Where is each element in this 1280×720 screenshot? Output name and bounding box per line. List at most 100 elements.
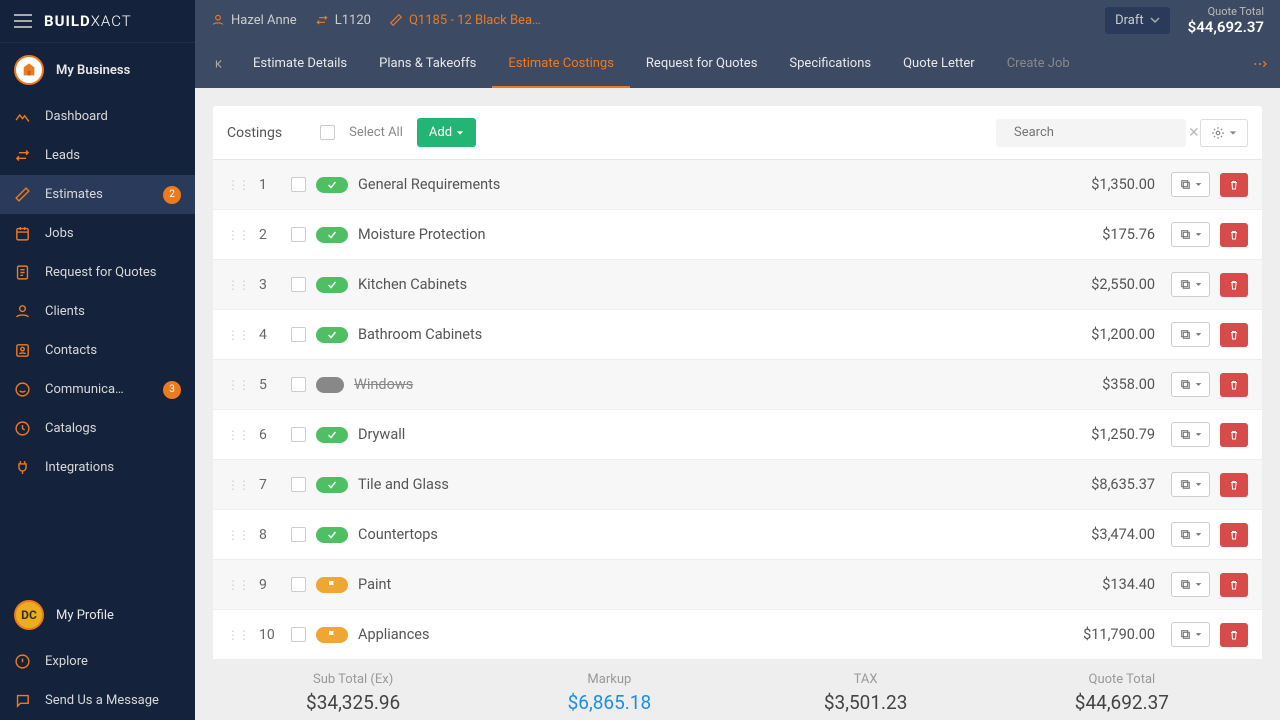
menu-icon[interactable]: [14, 14, 32, 28]
drag-handle-icon[interactable]: ⋮⋮: [227, 278, 249, 292]
sidebar-item-integrations[interactable]: Integrations: [0, 448, 195, 487]
row-checkbox[interactable]: [291, 427, 306, 442]
status-pill-check[interactable]: [316, 277, 348, 293]
clear-search-icon[interactable]: ✕: [1188, 125, 1200, 141]
row-copy-button[interactable]: [1171, 622, 1210, 647]
tab-create-job[interactable]: Create Job: [991, 40, 1086, 88]
sidebar-item-comm[interactable]: Communica… 3: [0, 370, 195, 409]
sidebar-item-explore[interactable]: Explore: [0, 642, 195, 681]
sidebar-item-dashboard[interactable]: Dashboard: [0, 97, 195, 136]
sidebar-item-clients[interactable]: Clients: [0, 292, 195, 331]
tab-estimate-costings[interactable]: Estimate Costings: [492, 40, 630, 88]
row-delete-button[interactable]: [1220, 523, 1248, 547]
row-delete-button[interactable]: [1220, 273, 1248, 297]
row-checkbox[interactable]: [291, 177, 306, 192]
row-copy-button[interactable]: [1171, 422, 1210, 447]
sidebar-item-message[interactable]: Send Us a Message: [0, 681, 195, 720]
row-copy-button[interactable]: [1171, 222, 1210, 247]
row-checkbox[interactable]: [291, 527, 306, 542]
breadcrumb-user[interactable]: Hazel Anne: [211, 13, 297, 28]
tab-request-for-quotes[interactable]: Request for Quotes: [630, 40, 773, 88]
row-name[interactable]: Paint: [358, 576, 1092, 593]
sidebar-item-rfq[interactable]: Request for Quotes: [0, 253, 195, 292]
row-delete-button[interactable]: [1220, 623, 1248, 647]
status-pill-flag[interactable]: [316, 627, 348, 643]
row-name[interactable]: Appliances: [358, 626, 1073, 643]
drag-handle-icon[interactable]: ⋮⋮: [227, 378, 249, 392]
status-pill-check[interactable]: [316, 477, 348, 493]
row-checkbox[interactable]: [291, 227, 306, 242]
breadcrumb-code[interactable]: L1120: [315, 13, 371, 28]
status-pill-flag[interactable]: [316, 577, 348, 593]
sidebar-item-contacts[interactable]: Contacts: [0, 331, 195, 370]
tab-plans-takeoffs[interactable]: Plans & Takeoffs: [363, 40, 492, 88]
row-name[interactable]: Drywall: [358, 426, 1081, 443]
drag-handle-icon[interactable]: ⋮⋮: [227, 178, 249, 192]
row-delete-button[interactable]: [1220, 373, 1248, 397]
tab-specifications[interactable]: Specifications: [773, 40, 887, 88]
row-checkbox[interactable]: [291, 377, 306, 392]
row-copy-button[interactable]: [1171, 572, 1210, 597]
status-pill-check[interactable]: [316, 327, 348, 343]
row-copy-button[interactable]: [1171, 272, 1210, 297]
sidebar-item-catalog[interactable]: Catalogs: [0, 409, 195, 448]
row-delete-button[interactable]: [1220, 573, 1248, 597]
drag-handle-icon[interactable]: ⋮⋮: [227, 428, 249, 442]
row-name[interactable]: Moisture Protection: [358, 226, 1092, 243]
row-name[interactable]: General Requirements: [358, 176, 1081, 193]
tab-estimate-details[interactable]: Estimate Details: [237, 40, 363, 88]
drag-handle-icon[interactable]: ⋮⋮: [227, 578, 249, 592]
row-name[interactable]: Kitchen Cabinets: [358, 276, 1081, 293]
row-copy-button[interactable]: [1171, 472, 1210, 497]
my-profile-row[interactable]: DC My Profile: [0, 588, 195, 642]
leads-icon: [14, 147, 31, 164]
row-checkbox[interactable]: [291, 627, 306, 642]
status-pill-check[interactable]: [316, 427, 348, 443]
row-name[interactable]: Countertops: [358, 526, 1081, 543]
row-copy-button[interactable]: [1171, 322, 1210, 347]
search-box[interactable]: ✕: [996, 119, 1186, 147]
status-pill-check[interactable]: [316, 177, 348, 193]
my-business-row[interactable]: My Business: [0, 43, 195, 97]
row-copy-button[interactable]: [1171, 172, 1210, 197]
status-pill-check[interactable]: [316, 227, 348, 243]
more-tabs-icon[interactable]: [1240, 40, 1280, 88]
row-name[interactable]: Windows: [354, 376, 1092, 393]
status-dropdown[interactable]: Draft: [1105, 7, 1170, 34]
row-copy-button[interactable]: [1171, 522, 1210, 547]
row-name[interactable]: Tile and Glass: [358, 476, 1081, 493]
drag-handle-icon[interactable]: ⋮⋮: [227, 528, 249, 542]
row-delete-button[interactable]: [1220, 223, 1248, 247]
search-input[interactable]: [1014, 125, 1180, 140]
row-delete-button[interactable]: [1220, 423, 1248, 447]
row-copy-button[interactable]: [1171, 372, 1210, 397]
costing-row: ⋮⋮ 1 General Requirements $1,350.00: [213, 160, 1262, 210]
collapse-tabs-icon[interactable]: [203, 40, 237, 88]
sidebar-item-estimates[interactable]: Estimates 2: [0, 175, 195, 214]
breadcrumb-job[interactable]: Q1185 - 12 Black Bea…: [389, 13, 541, 28]
sidebar-item-jobs[interactable]: Jobs: [0, 214, 195, 253]
tab-quote-letter[interactable]: Quote Letter: [887, 40, 991, 88]
row-name[interactable]: Bathroom Cabinets: [358, 326, 1081, 343]
status-pill-check[interactable]: [316, 527, 348, 543]
settings-button[interactable]: [1200, 119, 1248, 147]
caret-down-icon: [1195, 231, 1202, 238]
row-delete-button[interactable]: [1220, 473, 1248, 497]
drag-handle-icon[interactable]: ⋮⋮: [227, 328, 249, 342]
total-value[interactable]: $6,865.18: [481, 691, 737, 714]
drag-handle-icon[interactable]: ⋮⋮: [227, 478, 249, 492]
status-pill-disabled[interactable]: [316, 377, 344, 393]
drag-handle-icon[interactable]: ⋮⋮: [227, 228, 249, 242]
copy-icon: [1179, 578, 1192, 591]
sidebar-item-label: Jobs: [45, 226, 74, 241]
row-checkbox[interactable]: [291, 327, 306, 342]
select-all-checkbox[interactable]: [320, 125, 335, 140]
row-checkbox[interactable]: [291, 577, 306, 592]
drag-handle-icon[interactable]: ⋮⋮: [227, 628, 249, 642]
row-delete-button[interactable]: [1220, 323, 1248, 347]
row-checkbox[interactable]: [291, 477, 306, 492]
row-checkbox[interactable]: [291, 277, 306, 292]
sidebar-item-leads[interactable]: Leads: [0, 136, 195, 175]
row-delete-button[interactable]: [1220, 173, 1248, 197]
add-button[interactable]: Add: [417, 118, 476, 147]
